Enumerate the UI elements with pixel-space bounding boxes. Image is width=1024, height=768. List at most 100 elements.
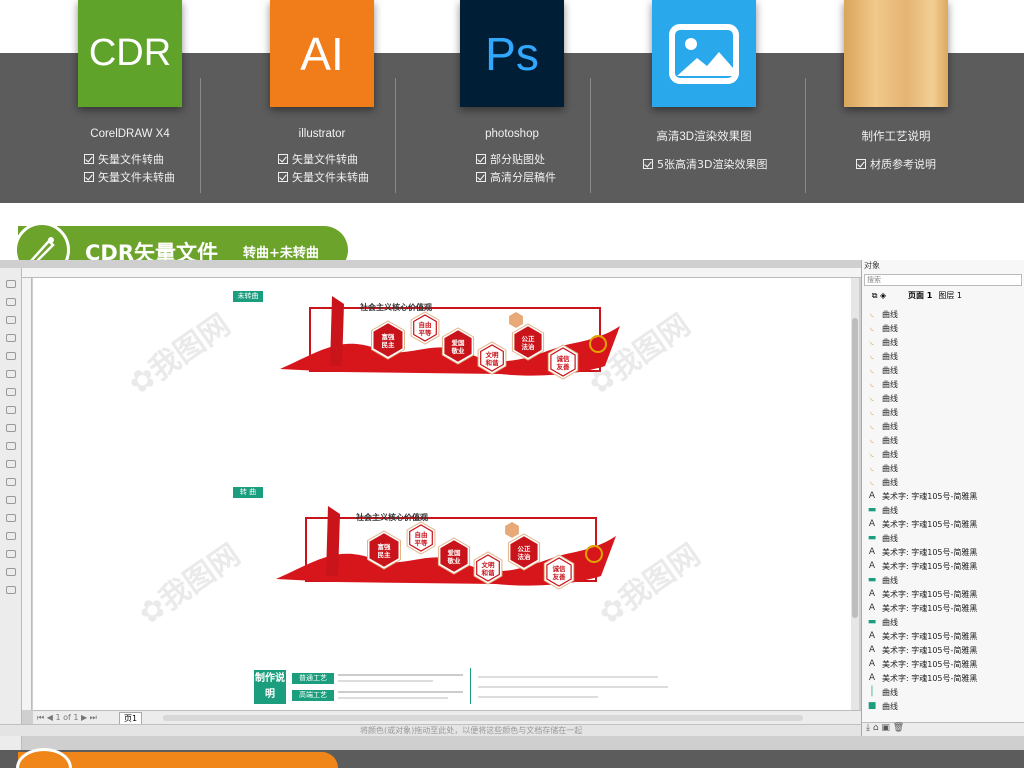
value-text-top: 富强: [378, 542, 392, 551]
shape-tool-icon[interactable]: [6, 298, 16, 306]
ellipse-tool-icon[interactable]: [6, 406, 16, 414]
object-row[interactable]: A 美术字: 字魂105号-简雅黑: [862, 587, 1024, 601]
object-row[interactable]: ■ 曲线: [862, 699, 1024, 713]
wood-texture-icon: [844, 0, 948, 107]
object-row[interactable]: A 美术字: 字魂105号-简雅黑: [862, 559, 1024, 573]
curve-icon: ◟: [870, 337, 874, 347]
object-row[interactable]: ◟ 曲线: [862, 447, 1024, 461]
outline-tool-icon[interactable]: [6, 568, 16, 576]
feature-label: 矢量文件转曲: [292, 153, 358, 166]
feature-label: 5张高清3D渲染效果图: [657, 158, 768, 171]
craft-note-line: [338, 680, 433, 682]
value-text-top: 公正: [522, 335, 536, 343]
object-row[interactable]: ◟ 曲线: [862, 307, 1024, 321]
object-row[interactable]: ▬ 曲线: [862, 503, 1024, 517]
text-icon: A: [868, 589, 876, 599]
connector-tool-icon[interactable]: [6, 496, 16, 504]
object-row[interactable]: ◟ 曲线: [862, 321, 1024, 335]
page-layer-row[interactable]: ⧉ ◈ 页面 1 图层 1: [862, 289, 1024, 302]
card-label: Ps: [485, 27, 539, 80]
rectangle-tool-icon[interactable]: [6, 388, 16, 396]
object-row[interactable]: A 美术字: 字魂105号-简雅黑: [862, 545, 1024, 559]
fill-tool-icon[interactable]: [6, 586, 16, 594]
object-row[interactable]: ◟ 曲线: [862, 461, 1024, 475]
text-icon: A: [868, 491, 876, 501]
dimension-tool-icon[interactable]: [6, 478, 16, 486]
object-row[interactable]: ◟ 曲线: [862, 405, 1024, 419]
blend-tool-icon[interactable]: [6, 514, 16, 522]
value-text-bottom: 法治: [522, 342, 536, 351]
panel-tools-icon[interactable]: ⤓ ⌂ ▣ 🗑: [866, 723, 904, 733]
craft-note-line: [338, 691, 463, 693]
scroll-thumb[interactable]: [852, 318, 858, 618]
object-row[interactable]: │ 曲线: [862, 685, 1024, 699]
craft-note-line: [338, 697, 448, 699]
software-title: 高清3D渲染效果图: [656, 131, 752, 143]
craft-note-line: [338, 674, 463, 676]
value-text-top: 文明: [485, 350, 500, 359]
table-tool-icon[interactable]: [6, 460, 16, 468]
object-label: 曲线: [882, 421, 898, 431]
polygon-tool-icon[interactable]: [6, 424, 16, 432]
notes-divider: [470, 668, 471, 704]
object-label: 曲线: [882, 449, 898, 459]
object-row[interactable]: A 美术字: 字魂105号-简雅黑: [862, 629, 1024, 643]
object-row[interactable]: A 美术字: 字魂105号-简雅黑: [862, 601, 1024, 615]
banner-title: 社会主义核心价值观: [355, 512, 428, 522]
feature-item: 高清分层稿件: [476, 169, 556, 185]
page-tabbar: ⏮ ◀ 1 of 1 ▶ ⏭ 页1: [33, 710, 861, 725]
object-label: 曲线: [882, 477, 898, 487]
line-icon: │: [869, 687, 875, 697]
object-row[interactable]: A 美术字: 字魂105号-简雅黑: [862, 489, 1024, 503]
feature-label: 部分贴图处: [490, 153, 545, 166]
artistic-media-icon[interactable]: [6, 370, 16, 378]
panel-search-input[interactable]: 搜索: [864, 274, 1022, 286]
object-row[interactable]: ▬ 曲线: [862, 573, 1024, 587]
vertical-scrollbar[interactable]: [851, 278, 859, 710]
object-row[interactable]: ◟ 曲线: [862, 419, 1024, 433]
text-tool-icon[interactable]: [6, 442, 16, 450]
horizontal-scrollbar[interactable]: [163, 715, 803, 721]
object-row[interactable]: A 美术字: 字魂105号-简雅黑: [862, 657, 1024, 671]
pick-tool-icon[interactable]: [6, 280, 16, 288]
object-row[interactable]: ◟ 曲线: [862, 363, 1024, 377]
curve-icon: ◟: [870, 477, 874, 487]
checkbox-icon: [278, 172, 288, 182]
text-icon: A: [868, 547, 876, 557]
curve-icon: ◟: [870, 407, 874, 417]
feature-item: 矢量文件未转曲: [84, 169, 175, 185]
decor-hexagon: [509, 312, 523, 328]
object-row[interactable]: A 美术字: 字魂105号-简雅黑: [862, 671, 1024, 685]
bar-icon: ▬: [867, 505, 877, 515]
object-row[interactable]: A 美术字: 字魂105号-简雅黑: [862, 643, 1024, 657]
zoom-tool-icon[interactable]: [6, 334, 16, 342]
curve-icon: ◟: [870, 463, 874, 473]
page: { "software_cards": [ {"icon":"cdr-logo-…: [0, 0, 1024, 768]
divider: [805, 78, 806, 193]
horizontal-ruler: [22, 268, 862, 278]
object-label: 美术字: 字魂105号-简雅黑: [882, 631, 978, 641]
object-label: 曲线: [882, 533, 898, 543]
software-title: photoshop: [485, 128, 539, 140]
object-row[interactable]: ◟ 曲线: [862, 475, 1024, 489]
freehand-tool-icon[interactable]: [6, 352, 16, 360]
object-row[interactable]: ◟ 曲线: [862, 349, 1024, 363]
page-nav-icon[interactable]: ⏮ ◀ 1 of 1 ▶ ⏭: [37, 713, 97, 723]
crop-tool-icon[interactable]: [6, 316, 16, 324]
feature-label: 高清分层稿件: [490, 171, 556, 184]
eyedropper-tool-icon[interactable]: [6, 550, 16, 558]
object-row[interactable]: ◟ 曲线: [862, 335, 1024, 349]
layers-icon: ⧉ ◈: [871, 290, 887, 300]
object-row[interactable]: ◟ 曲线: [862, 433, 1024, 447]
feature-item: 矢量文件转曲: [278, 151, 358, 167]
transparency-tool-icon[interactable]: [6, 532, 16, 540]
unconverted-tag: 未转曲: [233, 291, 263, 302]
object-row[interactable]: ◟ 曲线: [862, 377, 1024, 391]
curve-icon: ◟: [870, 379, 874, 389]
object-row[interactable]: ▬ 曲线: [862, 615, 1024, 629]
object-row[interactable]: ▬ 曲线: [862, 531, 1024, 545]
curve-icon: ◟: [870, 393, 874, 403]
note-line: [478, 696, 598, 698]
object-row[interactable]: ◟ 曲线: [862, 391, 1024, 405]
object-row[interactable]: A 美术字: 字魂105号-简雅黑: [862, 517, 1024, 531]
